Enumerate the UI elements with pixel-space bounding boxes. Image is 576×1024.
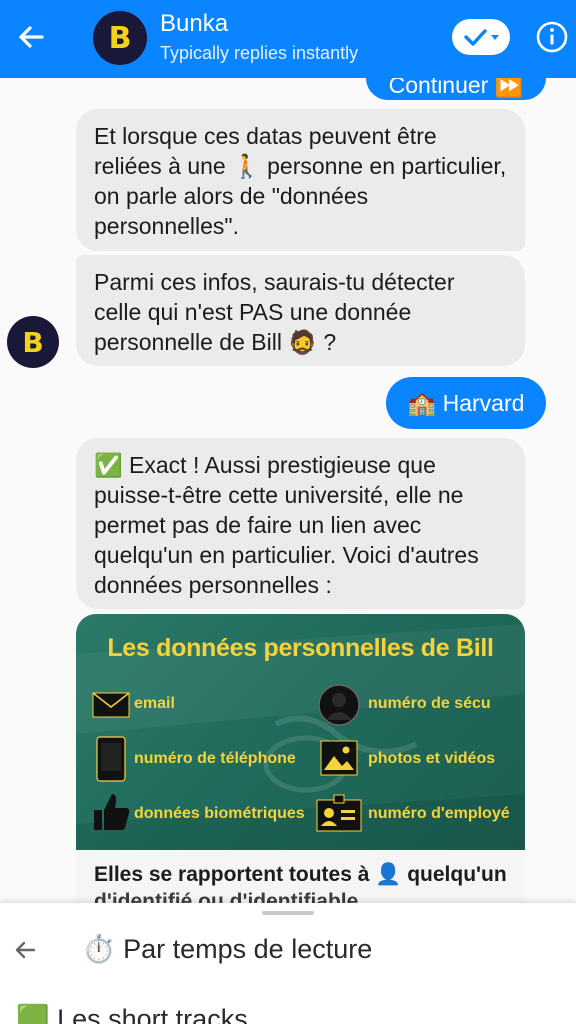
card-title: Les données personnelles de Bill <box>107 634 494 662</box>
chat-header: B Bunka Typically replies instantly <box>0 0 576 78</box>
avatar-letter: B <box>108 20 132 56</box>
bot-message-bubble: Et lorsque ces datas peuvent être reliée… <box>76 109 525 251</box>
back-arrow-icon[interactable] <box>12 937 38 963</box>
check-icon <box>464 29 499 46</box>
bot-avatar[interactable]: B <box>7 316 59 368</box>
menu-item[interactable]: 🟩 Les short tracks <box>16 1003 248 1024</box>
bottom-menu-sheet[interactable]: ⏱️ Par temps de lecture 🟩 Les short trac… <box>0 903 576 1024</box>
bot-message-bubble: Parmi ces infos, saurais-tu détecter cel… <box>76 255 525 366</box>
person-silhouette-icon <box>318 684 360 726</box>
bot-status: Typically replies instantly <box>160 43 359 63</box>
sheet-drag-handle[interactable] <box>262 911 314 915</box>
bot-name: Bunka <box>160 10 229 37</box>
card-item-label: photos et vidéos <box>368 750 496 767</box>
card-caption-cut: d'identifié ou d'identifiable <box>94 890 359 903</box>
avatar-letter: B <box>22 325 44 359</box>
card-caption: Elles se rapportent toutes à 👤 quelqu'un <box>94 863 507 886</box>
image-icon <box>320 740 358 776</box>
card-item-label: numéro de sécu <box>368 695 491 712</box>
card-item-label: numéro d'employé <box>368 805 510 822</box>
card-item-label: numéro de téléphone <box>134 750 296 767</box>
verified-toggle-button[interactable] <box>452 19 510 55</box>
continue-reply-bubble[interactable]: Continuer ⏩ <box>366 78 546 100</box>
user-reply-bubble[interactable]: 🏫 Harvard <box>386 377 546 429</box>
card-item-label: email <box>134 695 175 712</box>
envelope-icon <box>92 692 130 718</box>
bot-avatar[interactable]: B <box>93 11 147 65</box>
phone-icon <box>96 736 126 782</box>
card-image: Les données personnelles de Bill email n… <box>76 614 525 850</box>
bot-message-bubble: ✅ Exact ! Aussi prestigieuse que puisse-… <box>76 438 525 609</box>
id-badge-icon <box>316 794 362 832</box>
card-item-label: données biométriques <box>134 805 305 822</box>
back-arrow-icon[interactable] <box>14 20 48 54</box>
menu-title: ⏱️ Par temps de lecture <box>82 934 373 964</box>
chat-thread[interactable]: Continuer ⏩ Et lorsque ces datas peuvent… <box>0 78 576 903</box>
info-card[interactable]: Les données personnelles de Bill email n… <box>76 614 525 903</box>
thumbs-up-icon <box>94 794 130 830</box>
info-icon[interactable] <box>535 20 569 54</box>
